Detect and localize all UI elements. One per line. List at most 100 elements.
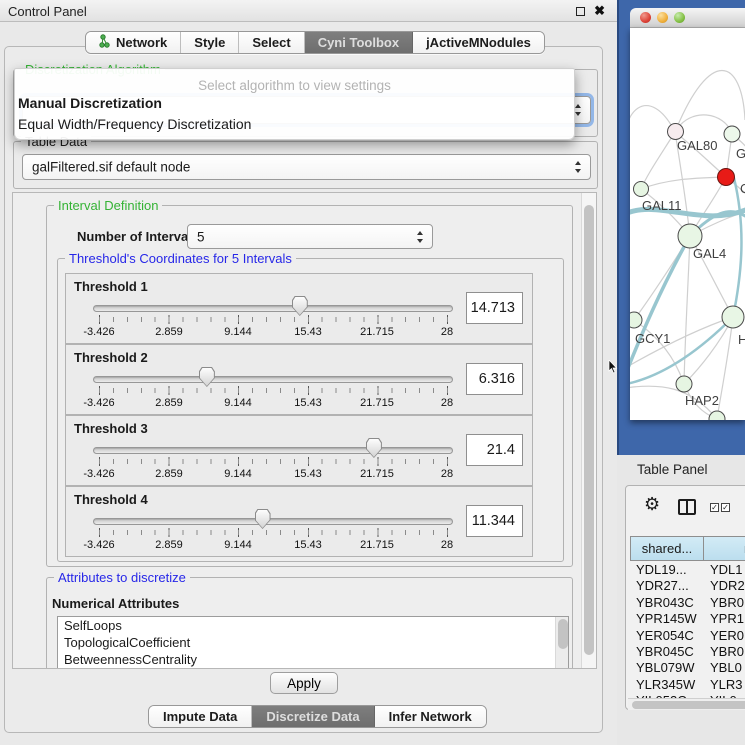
tab-jactivemnodules[interactable]: jActiveMNodules — [413, 32, 544, 53]
minimize-traffic-light-icon[interactable] — [657, 12, 668, 23]
node-partial-top — [724, 126, 740, 142]
network-window-titlebar[interactable] — [630, 8, 745, 28]
table-row[interactable]: YBR045C YBR0 — [626, 644, 745, 660]
threshold-4-thumb[interactable] — [255, 509, 271, 529]
settings-vertical-scrollbar[interactable] — [581, 193, 596, 668]
tick-label: -3.426 — [83, 397, 114, 409]
cell-shared-name: YLR345W — [636, 677, 695, 692]
threshold-3-label: Threshold 3 — [74, 421, 148, 436]
dropdown-item-manual-discretization[interactable]: Manual Discretization — [15, 93, 574, 114]
network-canvas[interactable]: GAL80 GA C GAL11 GAL4 GCY1 H HAP2 — [630, 28, 745, 420]
right-region: GAL80 GA C GAL11 GAL4 GCY1 H HAP2 Table … — [617, 0, 745, 745]
tab-infer-network-label: Infer Network — [389, 709, 472, 724]
table-horizontal-scrollbar[interactable] — [628, 698, 745, 710]
threshold-4-slider-track[interactable] — [93, 518, 453, 525]
bottom-tab-bar: Impute Data Discretize Data Infer Networ… — [148, 705, 487, 728]
threshold-coordinates-title: Threshold's Coordinates for 5 Intervals — [65, 251, 296, 266]
combo-stepper-icon — [574, 161, 583, 173]
tick-label: -3.426 — [83, 539, 114, 551]
table-row[interactable]: YBL079W YBL0 — [626, 660, 745, 676]
checkbox-icon[interactable]: ✓ — [721, 503, 730, 512]
column-header-name[interactable]: n — [703, 536, 745, 561]
threshold-2-panel: Threshold 2 -3.426 2.859 9.144 15.43 21.… — [65, 344, 533, 415]
node-label-gcy1: GCY1 — [635, 331, 670, 346]
cell-shared-name: YBR043C — [636, 595, 694, 610]
table-data-combobox[interactable]: galFiltered.sif default node — [22, 154, 591, 180]
list-item-betweennesscentrality[interactable]: BetweennessCentrality — [58, 651, 568, 668]
control-panel: Control Panel ✖ Network Style — [0, 0, 617, 745]
tab-cyni-toolbox[interactable]: Cyni Toolbox — [305, 32, 413, 53]
tick-label: 21.715 — [360, 397, 394, 409]
node-selected-red — [718, 169, 735, 186]
table-row[interactable]: YER054C YER0 — [626, 628, 745, 644]
table-panel: ⚙ ✓ ✓ shared... n YDL19... YDL1 YDR27...… — [625, 485, 745, 710]
node-hap2 — [676, 376, 692, 392]
combo-stepper-icon — [416, 231, 425, 243]
gear-icon[interactable]: ⚙ — [644, 494, 660, 515]
tab-network-label: Network — [116, 35, 167, 50]
columns-icon[interactable] — [678, 499, 696, 515]
tab-select[interactable]: Select — [239, 32, 304, 53]
tick-label: 9.144 — [224, 468, 252, 480]
node-label-partial-right: H — [738, 332, 745, 347]
tab-network[interactable]: Network — [86, 32, 181, 53]
cell-name: YPR1 — [710, 611, 744, 626]
table-row[interactable]: YBR043C YBR0 — [626, 595, 745, 611]
threshold-3-thumb[interactable] — [366, 438, 382, 458]
tab-impute-data[interactable]: Impute Data — [149, 706, 252, 727]
threshold-3-value-field[interactable]: 21.4 — [466, 434, 523, 466]
tick-label: -3.426 — [83, 468, 114, 480]
apply-button[interactable]: Apply — [270, 672, 338, 694]
tab-style-label: Style — [194, 35, 225, 50]
tab-style[interactable]: Style — [181, 32, 239, 53]
attributes-group-title: Attributes to discretize — [54, 570, 190, 585]
tick-label: 9.144 — [224, 397, 252, 409]
threshold-3-slider-track[interactable] — [93, 447, 453, 454]
close-traffic-light-icon[interactable] — [640, 12, 651, 23]
threshold-2-slider-track[interactable] — [93, 376, 453, 383]
tab-discretize-data[interactable]: Discretize Data — [252, 706, 374, 727]
threshold-4-value-field[interactable]: 11.344 — [466, 505, 523, 537]
close-icon[interactable]: ✖ — [594, 3, 605, 19]
node-label-gal80: GAL80 — [677, 138, 717, 153]
slider-minor-ticks — [99, 459, 449, 464]
dropdown-item-equal-width[interactable]: Equal Width/Frequency Discretization — [15, 114, 574, 135]
cell-name: YLR3 — [710, 677, 743, 692]
cell-shared-name: YDL19... — [636, 562, 687, 577]
threshold-1-slider-track[interactable] — [93, 305, 453, 312]
tick-label: 28 — [441, 539, 453, 551]
table-row[interactable]: YDR27... YDR2 — [626, 578, 745, 594]
cell-shared-name: YPR145W — [636, 611, 697, 626]
table-data-value: galFiltered.sif default node — [32, 160, 190, 175]
control-panel-titlebar: Control Panel ✖ — [0, 0, 617, 22]
table-row[interactable]: YPR145W YPR1 — [626, 611, 745, 627]
threshold-2-thumb[interactable] — [199, 367, 215, 387]
tab-discretize-data-label: Discretize Data — [266, 709, 359, 724]
threshold-1-thumb[interactable] — [292, 296, 308, 316]
list-item-topologicalcoefficient[interactable]: TopologicalCoefficient — [58, 634, 568, 651]
threshold-1-value-field[interactable]: 14.713 — [466, 292, 523, 324]
list-item-selfloops[interactable]: SelfLoops — [58, 617, 568, 634]
float-window-icon[interactable] — [576, 7, 585, 16]
number-of-intervals-combobox[interactable]: 5 — [187, 224, 433, 249]
threshold-3-panel: Threshold 3 -3.426 2.859 9.144 15.43 21.… — [65, 415, 533, 486]
tab-infer-network[interactable]: Infer Network — [375, 706, 486, 727]
dropdown-hint-item[interactable]: Select algorithm to view settings — [15, 78, 574, 93]
attributes-list-scrollbar[interactable] — [555, 617, 568, 669]
table-row[interactable]: YLR345W YLR3 — [626, 677, 745, 693]
tab-cyni-toolbox-label: Cyni Toolbox — [318, 35, 399, 50]
node-gal11 — [634, 182, 649, 197]
cell-shared-name: YBL079W — [636, 660, 695, 675]
table-row[interactable]: YDL19... YDL1 — [626, 562, 745, 578]
threshold-2-value-field[interactable]: 6.316 — [466, 363, 523, 395]
tick-label: 21.715 — [360, 468, 394, 480]
cell-name: YDL1 — [710, 562, 743, 577]
checkbox-icon[interactable]: ✓ — [710, 503, 719, 512]
node-gal4 — [678, 224, 702, 248]
column-header-shared-name[interactable]: shared... — [630, 536, 704, 561]
tick-label: 15.43 — [294, 468, 322, 480]
zoom-traffic-light-icon[interactable] — [674, 12, 685, 23]
interval-definition-group: Interval Definition Number of Intervals … — [46, 205, 573, 567]
tick-label: 15.43 — [294, 539, 322, 551]
tick-label: 9.144 — [224, 326, 252, 338]
